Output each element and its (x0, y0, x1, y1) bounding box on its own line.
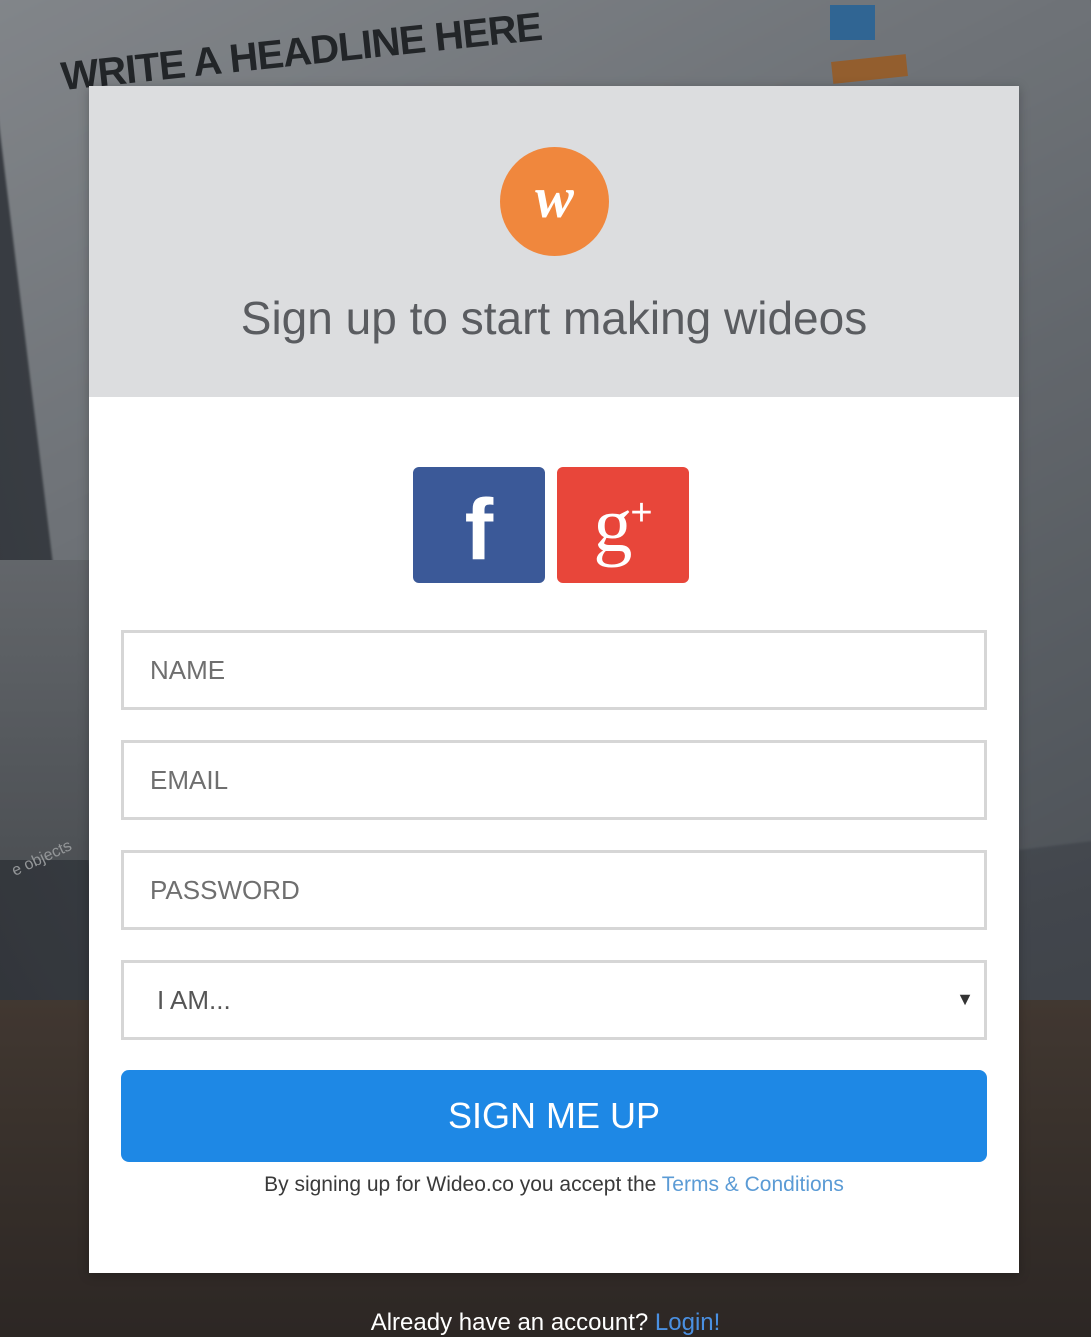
google-plus-signup-button[interactable]: g + (557, 467, 689, 583)
facebook-signup-button[interactable]: f (413, 467, 545, 583)
terms-link[interactable]: Terms & Conditions (662, 1173, 844, 1196)
facebook-icon: f (464, 482, 494, 578)
terms-notice: By signing up for Wideo.co you accept th… (89, 1173, 1019, 1197)
signup-header: w Sign up to start making wideos (89, 86, 1019, 397)
email-input[interactable] (124, 743, 984, 817)
wideo-logo-icon: w (500, 147, 609, 256)
login-link[interactable]: Login! (655, 1309, 720, 1336)
name-input[interactable] (124, 633, 984, 707)
sign-me-up-button[interactable]: SIGN ME UP (121, 1070, 987, 1162)
name-field (121, 630, 987, 710)
google-plus-icon-plus: + (630, 492, 653, 534)
password-input[interactable] (124, 853, 984, 927)
signup-modal: w Sign up to start making wideos f g+ I … (89, 86, 1019, 1273)
social-login-group: f g + (413, 467, 689, 583)
email-field (121, 740, 987, 820)
terms-prefix: By signing up for Wideo.co you accept th… (264, 1173, 662, 1196)
role-select-value: I AM... (157, 985, 231, 1015)
chevron-down-icon: ▼ (956, 989, 974, 1009)
google-plus-icon: g + (593, 486, 652, 564)
login-prompt-text: Already have an account? (370, 1309, 655, 1336)
logo-letter: w (535, 164, 574, 230)
google-plus-icon-g: g (593, 481, 633, 568)
role-select[interactable]: I AM... ▼ (121, 960, 987, 1040)
password-field (121, 850, 987, 930)
login-prompt: Already have an account? Login! (0, 1309, 1091, 1337)
signup-headline: Sign up to start making wideos (240, 292, 868, 344)
